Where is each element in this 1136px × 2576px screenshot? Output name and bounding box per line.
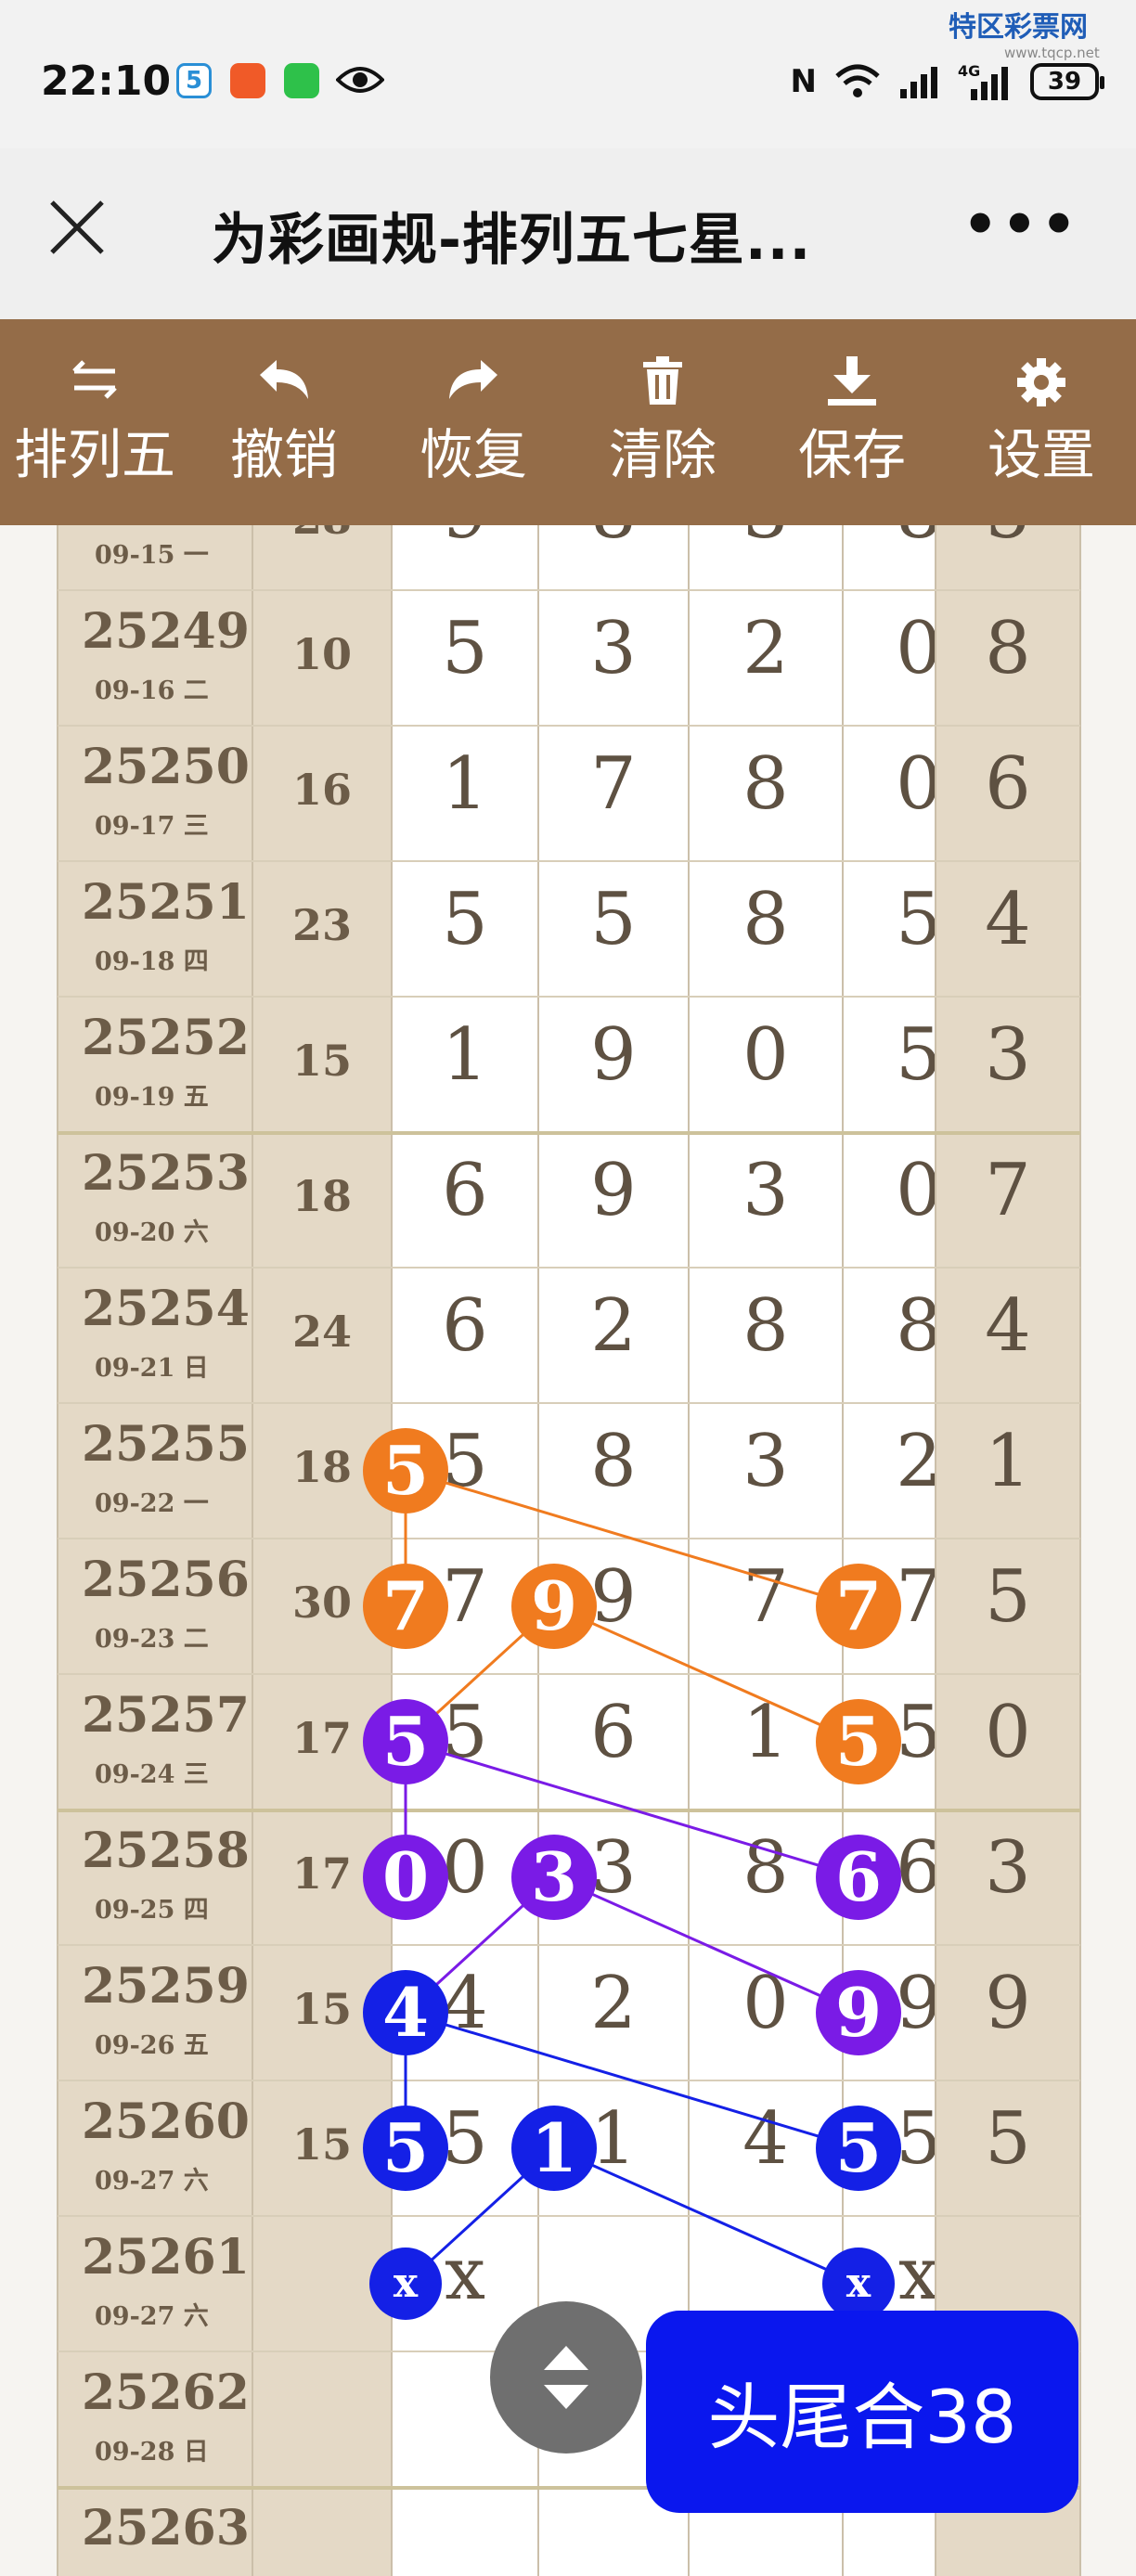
watermark-url: www.tqcp.net: [1004, 45, 1100, 61]
highlighted-digit[interactable]: 3: [511, 1835, 597, 1920]
wechat-icon: [284, 63, 319, 98]
watermark-logo: 特区彩票网 www.tqcp.net: [949, 4, 1100, 61]
page-title: 为彩画规-排列五七星...: [212, 208, 812, 273]
toolbar: 排列五 撤销 恢复 清除 保存 设置: [0, 319, 1136, 525]
highlighted-digit[interactable]: 9: [816, 1970, 901, 2055]
up-down-arrows-icon: [544, 2346, 588, 2409]
app-icon-5: 5: [176, 63, 212, 98]
trend-connector: [405, 1740, 859, 1879]
status-icons: N 4G 39: [790, 59, 1104, 104]
watermark-name: 特区彩票网: [949, 11, 1088, 44]
toolbar-mode-button[interactable]: 排列五: [0, 319, 189, 525]
trend-connector: [553, 1875, 859, 2015]
signal-4g-icon: 4G: [958, 62, 1008, 100]
signal-icon: [900, 67, 937, 98]
highlighted-digit[interactable]: 5: [816, 2106, 901, 2191]
highlighted-digit[interactable]: x: [822, 2248, 895, 2320]
settings-label: 设置: [987, 423, 1095, 486]
highlighted-digit[interactable]: 1: [511, 2106, 597, 2191]
trend-connector: [553, 2146, 859, 2286]
trend-connector: [405, 2011, 859, 2150]
eye-icon: [335, 63, 385, 97]
head-tail-sum-button[interactable]: 头尾合38: [646, 2311, 1078, 2513]
highlighted-digit[interactable]: 7: [363, 1564, 448, 1649]
download-icon: [824, 356, 880, 421]
highlighted-digit[interactable]: 7: [816, 1564, 901, 1649]
undo-button[interactable]: 撤销: [189, 319, 379, 525]
swap-icon: [67, 356, 123, 421]
clear-button[interactable]: 清除: [568, 319, 757, 525]
scroll-toggle-button[interactable]: [490, 2301, 642, 2454]
highlighted-digit[interactable]: x: [369, 2248, 442, 2320]
highlighted-digit[interactable]: 0: [363, 1835, 448, 1920]
status-time: 22:10: [41, 58, 172, 105]
highlighted-digit[interactable]: 6: [816, 1835, 901, 1920]
highlighted-digit[interactable]: 5: [363, 2106, 448, 2191]
highlighted-digit[interactable]: 5: [363, 1699, 448, 1784]
undo-label: 撤销: [229, 423, 338, 486]
undo-icon: [256, 356, 312, 421]
settings-button[interactable]: 设置: [947, 319, 1136, 525]
title-bar: 为彩画规-排列五七星... •••: [0, 148, 1136, 319]
highlighted-digit[interactable]: 9: [511, 1564, 597, 1649]
close-icon: [50, 200, 104, 254]
wifi-icon: [835, 64, 880, 97]
save-label: 保存: [797, 423, 906, 486]
battery-indicator: 39: [1030, 63, 1104, 100]
svg-text:4G: 4G: [958, 62, 980, 80]
redo-icon: [445, 356, 501, 421]
trend-connector: [405, 1469, 859, 1608]
gear-icon: [1015, 356, 1067, 421]
trend-table: 25248 09-15 一2898385 25249 09-16 二105320…: [0, 525, 1136, 2576]
clear-label: 清除: [608, 423, 716, 486]
toolbar-mode-label: 排列五: [13, 423, 175, 486]
nfc-icon: N: [790, 63, 817, 100]
redo-button[interactable]: 恢复: [379, 319, 568, 525]
trend-connector: [553, 1604, 859, 1744]
highlighted-digit[interactable]: 5: [816, 1699, 901, 1784]
highlighted-digit[interactable]: 5: [363, 1428, 448, 1513]
more-options-button[interactable]: •••: [962, 197, 1080, 252]
battery-level: 39: [1047, 68, 1082, 96]
status-bar: 22:10 5 N 4G 39 特区彩票网 www.tqcp.net: [0, 0, 1136, 148]
highlighted-digit[interactable]: 4: [363, 1970, 448, 2055]
close-button[interactable]: [45, 195, 110, 260]
trend-lines: [404, 1469, 859, 2286]
trash-icon: [639, 356, 686, 421]
save-button[interactable]: 保存: [757, 319, 947, 525]
redo-label: 恢复: [419, 423, 527, 486]
app-icon-store: [230, 63, 265, 98]
